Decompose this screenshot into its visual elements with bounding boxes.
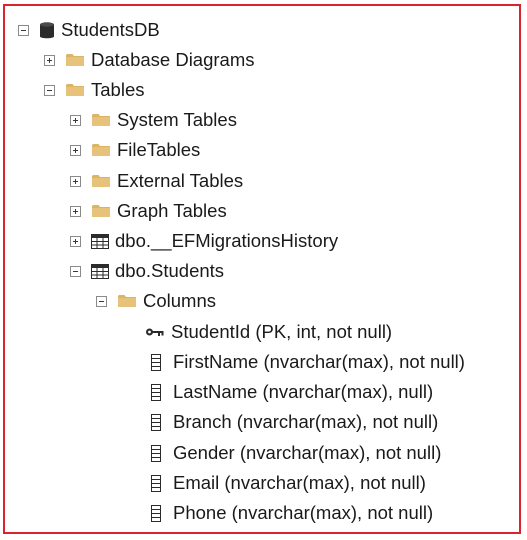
expand-toggle-icon[interactable] [70, 114, 81, 126]
column-label: Gender (nvarchar(max), not null) [173, 442, 442, 463]
folder-icon [91, 142, 111, 158]
collapse-toggle-icon[interactable] [44, 84, 55, 96]
tree-node-columns[interactable]: Columns [96, 286, 216, 316]
tree-node-database-diagrams[interactable]: Database Diagrams [44, 45, 255, 75]
tree-node-column-branch[interactable]: Branch (nvarchar(max), not null) [151, 407, 438, 437]
folder-icon [65, 82, 85, 98]
column-icon [151, 504, 161, 522]
tree-node-label: StudentsDB [61, 19, 160, 40]
tree-node-column-lastname[interactable]: LastName (nvarchar(max), null) [151, 377, 433, 407]
tree-node-label: Database Diagrams [91, 49, 255, 70]
tree-node-label: System Tables [117, 109, 237, 130]
tree-node-label: External Tables [117, 170, 244, 191]
tree-node-label: FileTables [117, 139, 201, 160]
expand-toggle-icon[interactable] [70, 175, 81, 187]
column-icon [151, 353, 161, 371]
collapse-toggle-icon[interactable] [18, 24, 29, 36]
tree-node-column-firstname[interactable]: FirstName (nvarchar(max), not null) [151, 347, 465, 377]
tree-node-column-studentid[interactable]: StudentId (PK, int, not null) [145, 317, 392, 347]
tree-node-column-phone[interactable]: Phone (nvarchar(max), not null) [151, 498, 433, 528]
table-icon [91, 263, 109, 279]
tree-node-label: Graph Tables [117, 200, 227, 221]
collapse-toggle-icon[interactable] [70, 265, 81, 277]
collapse-toggle-icon[interactable] [96, 295, 107, 307]
key-icon [145, 326, 165, 338]
column-icon [151, 444, 161, 462]
tree-node-label: dbo.__EFMigrationsHistory [115, 230, 339, 251]
tree-node-filetables[interactable]: FileTables [70, 135, 200, 165]
column-label: Email (nvarchar(max), not null) [173, 472, 426, 493]
tree-node-dbo-students[interactable]: dbo.Students [70, 256, 224, 286]
folder-icon [91, 173, 111, 189]
tree-node-label: Columns [143, 290, 216, 311]
column-icon [151, 474, 161, 492]
object-explorer-tree: StudentsDB Database Diagrams Tables Syst… [5, 6, 519, 532]
tree-node-external-tables[interactable]: External Tables [70, 166, 243, 196]
expand-toggle-icon[interactable] [70, 144, 81, 156]
folder-icon [91, 203, 111, 219]
tree-node-column-email[interactable]: Email (nvarchar(max), not null) [151, 468, 426, 498]
column-label: StudentId (PK, int, not null) [171, 321, 393, 342]
expand-toggle-icon[interactable] [44, 54, 55, 66]
tree-node-efmigrationshistory[interactable]: dbo.__EFMigrationsHistory [70, 226, 338, 256]
table-icon [91, 233, 109, 249]
tree-node-studentsdb[interactable]: StudentsDB [18, 15, 160, 45]
tree-node-system-tables[interactable]: System Tables [70, 105, 237, 135]
column-icon [151, 413, 161, 431]
column-label: FirstName (nvarchar(max), not null) [173, 351, 465, 372]
column-label: Branch (nvarchar(max), not null) [173, 411, 439, 432]
object-explorer-panel: StudentsDB Database Diagrams Tables Syst… [3, 4, 521, 534]
database-icon [39, 21, 55, 40]
expand-toggle-icon[interactable] [70, 235, 81, 247]
tree-node-label: dbo.Students [115, 260, 225, 281]
tree-node-column-gender[interactable]: Gender (nvarchar(max), not null) [151, 438, 441, 468]
tree-node-graph-tables[interactable]: Graph Tables [70, 196, 227, 226]
column-label: Phone (nvarchar(max), not null) [173, 502, 434, 523]
folder-icon [65, 52, 85, 68]
expand-toggle-icon[interactable] [70, 205, 81, 217]
folder-icon [91, 112, 111, 128]
folder-icon [117, 293, 137, 309]
column-icon [151, 383, 161, 401]
tree-node-label: Tables [91, 79, 145, 100]
tree-node-tables[interactable]: Tables [44, 75, 144, 105]
column-label: LastName (nvarchar(max), null) [173, 381, 434, 402]
